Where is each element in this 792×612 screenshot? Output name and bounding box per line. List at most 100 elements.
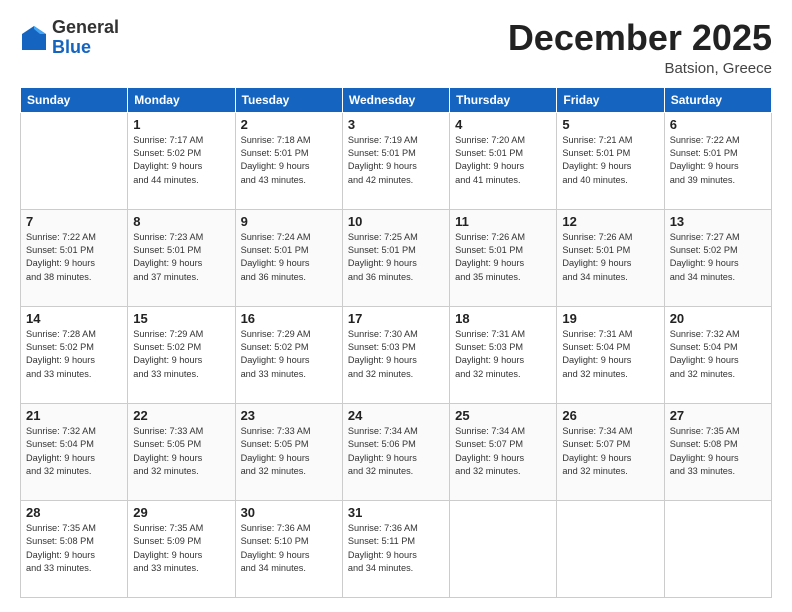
calendar-cell (450, 500, 557, 597)
calendar-cell: 14Sunrise: 7:28 AM Sunset: 5:02 PM Dayli… (21, 306, 128, 403)
calendar-cell: 13 Sunrise: 7:27 AM Sunset: 5:02 PM Dayli… (664, 209, 771, 306)
day-number: 1 (133, 117, 229, 132)
day-number: 15 (133, 311, 229, 326)
page: General Blue December 2025 Batsion, Gree… (0, 0, 792, 612)
calendar-cell: 24 Sunrise: 7:34 AM Sunset: 5:06 PM Dayli… (342, 403, 449, 500)
calendar-cell: 1 Sunrise: 7:17 AM Sunset: 5:02 PM Daylig… (128, 112, 235, 209)
calendar-cell: 25Sunrise: 7:34 AM Sunset: 5:07 PM Dayli… (450, 403, 557, 500)
calendar-cell: 23Sunrise: 7:33 AM Sunset: 5:05 PM Dayli… (235, 403, 342, 500)
column-header-tuesday: Tuesday (235, 87, 342, 112)
day-info: Sunrise: 7:34 AM Sunset: 5:07 PM Dayligh… (562, 425, 658, 478)
day-info: Sunrise: 7:33 AM Sunset: 5:05 PM Dayligh… (133, 425, 229, 478)
day-info: Sunrise: 7:19 AM Sunset: 5:01 PM Dayligh… (348, 134, 444, 187)
column-header-monday: Monday (128, 87, 235, 112)
calendar-cell: 30Sunrise: 7:36 AM Sunset: 5:10 PM Dayli… (235, 500, 342, 597)
day-info: Sunrise: 7:26 AM Sunset: 5:01 PM Dayligh… (562, 231, 658, 284)
calendar-cell: 12 Sunrise: 7:26 AM Sunset: 5:01 PM Dayli… (557, 209, 664, 306)
day-number: 28 (26, 505, 122, 520)
day-info: Sunrise: 7:17 AM Sunset: 5:02 PM Dayligh… (133, 134, 229, 187)
day-info: Sunrise: 7:22 AM Sunset: 5:01 PM Dayligh… (670, 134, 766, 187)
calendar-cell: 26 Sunrise: 7:34 AM Sunset: 5:07 PM Dayli… (557, 403, 664, 500)
calendar-cell: 4 Sunrise: 7:20 AM Sunset: 5:01 PM Daylig… (450, 112, 557, 209)
day-number: 14 (26, 311, 122, 326)
calendar-cell: 31 Sunrise: 7:36 AM Sunset: 5:11 PM Dayli… (342, 500, 449, 597)
calendar-cell: 20 Sunrise: 7:32 AM Sunset: 5:04 PM Dayli… (664, 306, 771, 403)
calendar-cell: 2 Sunrise: 7:18 AM Sunset: 5:01 PM Daylig… (235, 112, 342, 209)
day-number: 29 (133, 505, 229, 520)
calendar-cell (664, 500, 771, 597)
day-info: Sunrise: 7:27 AM Sunset: 5:02 PM Dayligh… (670, 231, 766, 284)
day-info: Sunrise: 7:35 AM Sunset: 5:08 PM Dayligh… (26, 522, 122, 575)
calendar-week-3: 14Sunrise: 7:28 AM Sunset: 5:02 PM Dayli… (21, 306, 772, 403)
calendar-cell (557, 500, 664, 597)
day-number: 20 (670, 311, 766, 326)
calendar-cell: 6 Sunrise: 7:22 AM Sunset: 5:01 PM Daylig… (664, 112, 771, 209)
location: Batsion, Greece (508, 60, 772, 77)
day-info: Sunrise: 7:35 AM Sunset: 5:09 PM Dayligh… (133, 522, 229, 575)
calendar-cell: 9 Sunrise: 7:24 AM Sunset: 5:01 PM Daylig… (235, 209, 342, 306)
calendar-cell: 7Sunrise: 7:22 AM Sunset: 5:01 PM Daylig… (21, 209, 128, 306)
day-info: Sunrise: 7:32 AM Sunset: 5:04 PM Dayligh… (26, 425, 122, 478)
day-number: 27 (670, 408, 766, 423)
day-number: 18 (455, 311, 551, 326)
column-header-friday: Friday (557, 87, 664, 112)
day-info: Sunrise: 7:29 AM Sunset: 5:02 PM Dayligh… (133, 328, 229, 381)
logo-blue-text: Blue (52, 37, 91, 57)
day-number: 12 (562, 214, 658, 229)
calendar-cell: 15 Sunrise: 7:29 AM Sunset: 5:02 PM Dayli… (128, 306, 235, 403)
day-number: 2 (241, 117, 337, 132)
day-info: Sunrise: 7:31 AM Sunset: 5:03 PM Dayligh… (455, 328, 551, 381)
day-info: Sunrise: 7:29 AM Sunset: 5:02 PM Dayligh… (241, 328, 337, 381)
month-title: December 2025 (508, 18, 772, 58)
header: General Blue December 2025 Batsion, Gree… (20, 18, 772, 77)
day-info: Sunrise: 7:34 AM Sunset: 5:07 PM Dayligh… (455, 425, 551, 478)
calendar-cell: 18 Sunrise: 7:31 AM Sunset: 5:03 PM Dayli… (450, 306, 557, 403)
day-number: 17 (348, 311, 444, 326)
calendar-cell: 5Sunrise: 7:21 AM Sunset: 5:01 PM Daylig… (557, 112, 664, 209)
day-info: Sunrise: 7:25 AM Sunset: 5:01 PM Dayligh… (348, 231, 444, 284)
day-number: 4 (455, 117, 551, 132)
day-info: Sunrise: 7:21 AM Sunset: 5:01 PM Dayligh… (562, 134, 658, 187)
day-number: 24 (348, 408, 444, 423)
calendar-cell: 22Sunrise: 7:33 AM Sunset: 5:05 PM Dayli… (128, 403, 235, 500)
calendar-week-1: 1 Sunrise: 7:17 AM Sunset: 5:02 PM Daylig… (21, 112, 772, 209)
day-number: 19 (562, 311, 658, 326)
calendar-cell: 28 Sunrise: 7:35 AM Sunset: 5:08 PM Dayli… (21, 500, 128, 597)
calendar-week-5: 28 Sunrise: 7:35 AM Sunset: 5:08 PM Dayli… (21, 500, 772, 597)
day-number: 13 (670, 214, 766, 229)
calendar-week-4: 21 Sunrise: 7:32 AM Sunset: 5:04 PM Dayli… (21, 403, 772, 500)
calendar-cell: 16Sunrise: 7:29 AM Sunset: 5:02 PM Dayli… (235, 306, 342, 403)
title-block: December 2025 Batsion, Greece (508, 18, 772, 77)
day-number: 26 (562, 408, 658, 423)
day-info: Sunrise: 7:18 AM Sunset: 5:01 PM Dayligh… (241, 134, 337, 187)
day-info: Sunrise: 7:32 AM Sunset: 5:04 PM Dayligh… (670, 328, 766, 381)
day-number: 21 (26, 408, 122, 423)
column-header-saturday: Saturday (664, 87, 771, 112)
calendar-cell: 17 Sunrise: 7:30 AM Sunset: 5:03 PM Dayli… (342, 306, 449, 403)
day-info: Sunrise: 7:34 AM Sunset: 5:06 PM Dayligh… (348, 425, 444, 478)
calendar-cell: 21 Sunrise: 7:32 AM Sunset: 5:04 PM Dayli… (21, 403, 128, 500)
day-number: 3 (348, 117, 444, 132)
day-info: Sunrise: 7:33 AM Sunset: 5:05 PM Dayligh… (241, 425, 337, 478)
calendar-cell: 3 Sunrise: 7:19 AM Sunset: 5:01 PM Daylig… (342, 112, 449, 209)
day-info: Sunrise: 7:24 AM Sunset: 5:01 PM Dayligh… (241, 231, 337, 284)
day-info: Sunrise: 7:20 AM Sunset: 5:01 PM Dayligh… (455, 134, 551, 187)
day-info: Sunrise: 7:31 AM Sunset: 5:04 PM Dayligh… (562, 328, 658, 381)
calendar-cell: 27 Sunrise: 7:35 AM Sunset: 5:08 PM Dayli… (664, 403, 771, 500)
day-info: Sunrise: 7:30 AM Sunset: 5:03 PM Dayligh… (348, 328, 444, 381)
logo-general-text: General (52, 17, 119, 37)
day-number: 6 (670, 117, 766, 132)
day-number: 9 (241, 214, 337, 229)
calendar: SundayMondayTuesdayWednesdayThursdayFrid… (20, 87, 772, 598)
day-info: Sunrise: 7:35 AM Sunset: 5:08 PM Dayligh… (670, 425, 766, 478)
day-info: Sunrise: 7:36 AM Sunset: 5:10 PM Dayligh… (241, 522, 337, 575)
day-info: Sunrise: 7:22 AM Sunset: 5:01 PM Dayligh… (26, 231, 122, 284)
calendar-cell: 8Sunrise: 7:23 AM Sunset: 5:01 PM Daylig… (128, 209, 235, 306)
column-header-sunday: Sunday (21, 87, 128, 112)
column-header-wednesday: Wednesday (342, 87, 449, 112)
day-number: 8 (133, 214, 229, 229)
day-number: 31 (348, 505, 444, 520)
day-info: Sunrise: 7:36 AM Sunset: 5:11 PM Dayligh… (348, 522, 444, 575)
column-header-thursday: Thursday (450, 87, 557, 112)
logo: General Blue (20, 18, 119, 58)
